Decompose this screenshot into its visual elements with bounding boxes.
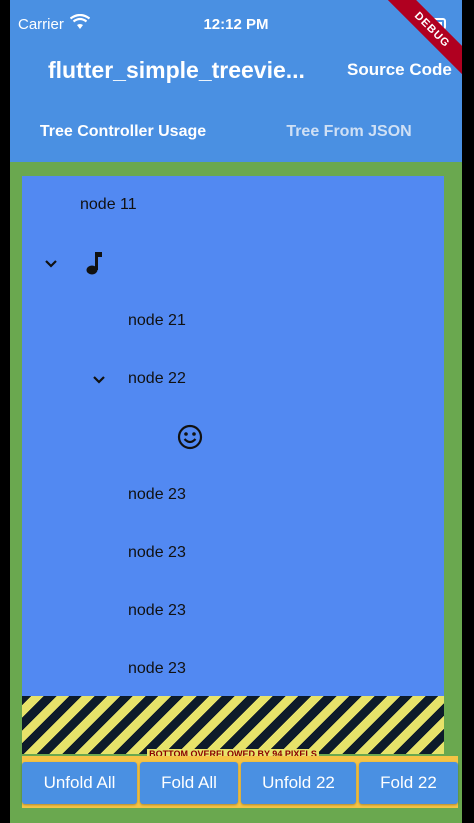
tab-tree-controller-usage[interactable]: Tree Controller Usage: [10, 105, 236, 162]
status-time: 12:12 PM: [203, 16, 269, 33]
source-code-button[interactable]: Source Code: [347, 60, 452, 80]
tab-bar: Tree Controller Usage Tree From JSON: [10, 105, 462, 267]
tree-node-music[interactable]: [22, 234, 142, 292]
unfold-22-button[interactable]: Unfold 22: [241, 762, 356, 804]
page-title: flutter_simple_treevie...: [48, 57, 305, 83]
page-background: [10, 808, 462, 823]
fold-22-button[interactable]: Fold 22: [359, 762, 458, 804]
tree-node-23[interactable]: node 23: [128, 640, 186, 696]
tree-node-23[interactable]: node 23: [128, 582, 186, 640]
smiley-icon: [177, 424, 203, 450]
tree-node-23[interactable]: node 23: [128, 466, 186, 524]
tab-content: node 11 node 21 node 22 node 23 node 23 …: [10, 162, 462, 823]
app-bar: Carrier 12:12 PM flutter_simple_treevie.…: [10, 0, 462, 267]
tree-node-21[interactable]: node 21: [128, 292, 186, 350]
unfold-all-button[interactable]: Unfold All: [22, 762, 137, 804]
tree-node-22[interactable]: node 22: [92, 350, 232, 408]
tree-view: node 11 node 21 node 22 node 23 node 23 …: [22, 176, 444, 696]
chevron-down-icon[interactable]: [44, 257, 58, 271]
tab-tree-from-json[interactable]: Tree From JSON: [236, 105, 462, 162]
tree-node-emoji[interactable]: [177, 408, 207, 466]
app-screen: Carrier 12:12 PM flutter_simple_treevie.…: [10, 0, 462, 823]
tree-node-label: node 22: [128, 370, 186, 387]
fold-all-button[interactable]: Fold All: [140, 762, 238, 804]
tree-node-11[interactable]: node 11: [80, 176, 137, 234]
tree-node-23[interactable]: node 23: [128, 524, 186, 582]
music-note-icon: [86, 252, 102, 275]
status-bar: Carrier 12:12 PM: [10, 0, 462, 50]
button-bar: Unfold All Fold All Unfold 22 Fold 22: [22, 756, 458, 808]
chevron-down-icon[interactable]: [92, 373, 106, 387]
